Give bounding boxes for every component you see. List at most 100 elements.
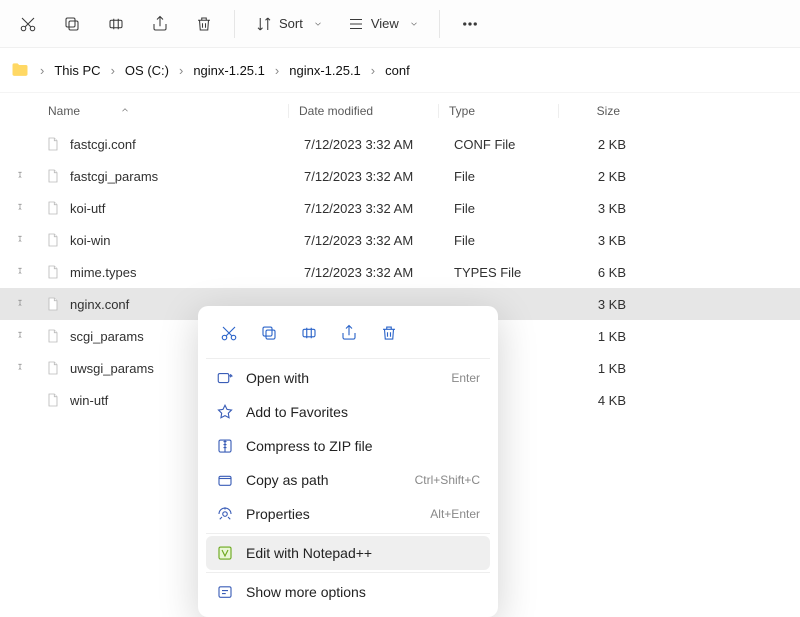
file-size: 4 KB [564,393,646,408]
context-menu: Open with Enter Add to Favorites Compres… [198,306,498,617]
file-icon [42,261,64,283]
notepadpp-icon [216,544,234,562]
context-add-favorites[interactable]: Add to Favorites [206,395,490,429]
file-name: fastcgi.conf [70,137,294,152]
context-item-label: Open with [246,370,309,386]
zip-icon [216,437,234,455]
open-with-icon [216,369,234,387]
sort-button[interactable]: Sort [245,6,333,42]
col-date[interactable]: Date modified [288,104,438,118]
file-type: TYPES File [444,265,564,280]
more-button[interactable] [450,6,490,42]
context-item-label: Copy as path [246,472,329,488]
chevron-down-icon [313,19,323,29]
separator [234,10,235,38]
col-size[interactable]: Size [558,104,640,118]
file-size: 1 KB [564,361,646,376]
file-type: File [444,201,564,216]
file-size: 3 KB [564,297,646,312]
file-icon [42,325,64,347]
rename-button[interactable] [96,6,136,42]
table-row[interactable]: mime.types7/12/2023 3:32 AMTYPES File6 K… [0,256,800,288]
file-size: 2 KB [564,137,646,152]
context-properties[interactable]: Properties Alt+Enter [206,497,490,531]
view-icon [347,15,365,33]
toolbar: Sort View [0,0,800,48]
copy-button[interactable] [52,6,92,42]
pin-icon [14,331,26,341]
share-button[interactable] [140,6,180,42]
breadcrumb-seg[interactable]: nginx-1.25.1 [289,63,361,78]
file-date: 7/12/2023 3:32 AM [294,169,444,184]
pin-icon [14,363,26,373]
context-item-label: Add to Favorites [246,404,348,420]
file-size: 6 KB [564,265,646,280]
context-item-label: Compress to ZIP file [246,438,373,454]
context-rename-button[interactable] [292,318,326,348]
file-type: File [444,233,564,248]
pin-icon [14,267,26,277]
col-type-label: Type [449,104,475,118]
context-show-more[interactable]: Show more options [206,575,490,609]
sort-icon [255,15,273,33]
context-edit-notepadpp[interactable]: Edit with Notepad++ [206,536,490,570]
col-size-label: Size [597,104,620,118]
shortcut-label: Enter [451,371,480,385]
separator [206,533,490,534]
file-icon [42,197,64,219]
pin-icon [14,299,26,309]
view-button[interactable]: View [337,6,429,42]
file-size: 3 KB [564,201,646,216]
separator [206,572,490,573]
breadcrumb-seg[interactable]: This PC [54,63,100,78]
copy-path-icon [216,471,234,489]
more-icon [216,583,234,601]
sort-label: Sort [279,16,303,31]
file-name: koi-win [70,233,294,248]
breadcrumb-seg[interactable]: nginx-1.25.1 [193,63,265,78]
file-date: 7/12/2023 3:32 AM [294,137,444,152]
file-name: mime.types [70,265,294,280]
file-date: 7/12/2023 3:32 AM [294,233,444,248]
chevron-right-icon: › [179,63,183,78]
shortcut-label: Ctrl+Shift+C [415,473,480,487]
table-row[interactable]: koi-utf7/12/2023 3:32 AMFile3 KB [0,192,800,224]
context-cut-button[interactable] [212,318,246,348]
breadcrumb-seg[interactable]: conf [385,63,410,78]
delete-button[interactable] [184,6,224,42]
file-type: File [444,169,564,184]
cut-button[interactable] [8,6,48,42]
folder-icon [10,60,30,80]
file-icon [42,165,64,187]
context-compress-zip[interactable]: Compress to ZIP file [206,429,490,463]
context-item-label: Properties [246,506,310,522]
col-name-label: Name [48,104,80,118]
file-size: 3 KB [564,233,646,248]
view-label: View [371,16,399,31]
file-type: CONF File [444,137,564,152]
context-delete-button[interactable] [372,318,406,348]
pin-icon [14,171,26,181]
context-copy-path[interactable]: Copy as path Ctrl+Shift+C [206,463,490,497]
chevron-right-icon: › [40,63,44,78]
context-copy-button[interactable] [252,318,286,348]
table-row[interactable]: koi-win7/12/2023 3:32 AMFile3 KB [0,224,800,256]
separator [206,358,490,359]
col-name[interactable]: Name [48,104,288,118]
chevron-down-icon [409,19,419,29]
context-item-label: Edit with Notepad++ [246,545,372,561]
separator [439,10,440,38]
sort-asc-icon [120,104,130,118]
context-open-with[interactable]: Open with Enter [206,361,490,395]
table-row[interactable]: fastcgi.conf7/12/2023 3:32 AMCONF File2 … [0,128,800,160]
col-date-label: Date modified [299,104,373,118]
table-row[interactable]: fastcgi_params7/12/2023 3:32 AMFile2 KB [0,160,800,192]
col-type[interactable]: Type [438,104,558,118]
breadcrumb[interactable]: › This PC › OS (C:) › nginx-1.25.1 › ngi… [0,48,800,92]
file-date: 7/12/2023 3:32 AM [294,201,444,216]
breadcrumb-seg[interactable]: OS (C:) [125,63,169,78]
context-share-button[interactable] [332,318,366,348]
star-icon [216,403,234,421]
file-icon [42,229,64,251]
file-name: koi-utf [70,201,294,216]
